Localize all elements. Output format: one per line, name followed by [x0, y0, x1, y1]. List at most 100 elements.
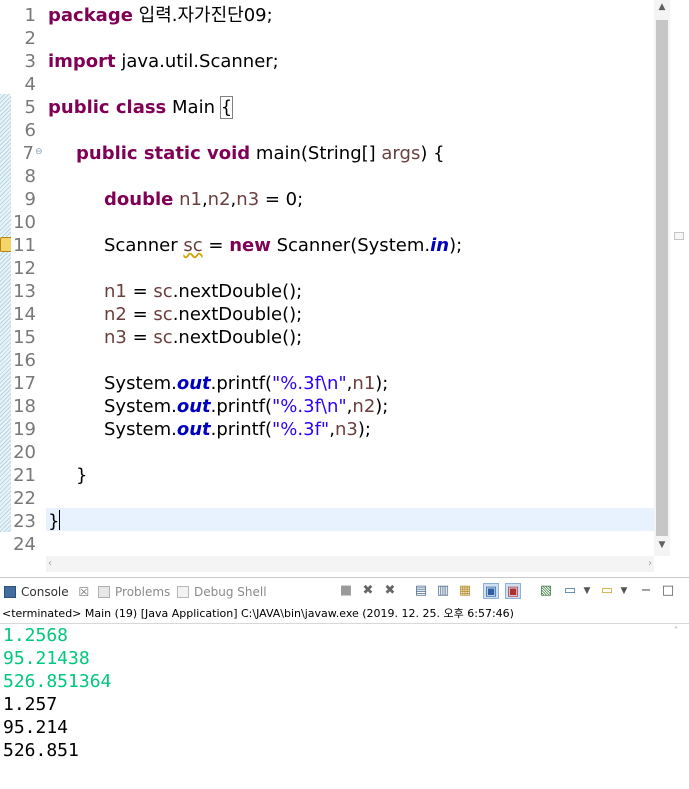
local-var: n3 [334, 419, 358, 440]
code-text: ); [375, 373, 389, 394]
line-number: 24 [13, 534, 36, 555]
code-text: = [126, 327, 154, 348]
tab-problems[interactable]: Problems [98, 582, 170, 602]
remove-launch-icon[interactable]: ✖ [360, 583, 376, 599]
chevron-down-icon[interactable]: ▼ [616, 583, 632, 599]
java-editor[interactable]: ⊖ 1 2 3 4 5 6 7 8 9 10 11 12 13 14 15 16… [0, 0, 689, 572]
console-output-line: 1.257 [3, 694, 58, 715]
scroll-lock-icon[interactable]: ▥ [435, 583, 451, 599]
line-number: 3 [24, 51, 36, 72]
line-number: 19 [13, 419, 36, 440]
display-console-icon[interactable]: ▭ [562, 583, 578, 599]
code-line-1[interactable]: package 입력.자가진단09; [48, 4, 273, 27]
line-number: 16 [13, 350, 36, 371]
clear-console-icon[interactable]: ▤ [413, 583, 429, 599]
code-text: .nextDouble(); [172, 281, 303, 302]
code-line-19[interactable]: System.out.printf("%.3f",n3); [104, 418, 371, 441]
line-number: 14 [13, 304, 36, 325]
word-wrap-icon[interactable]: ▦ [457, 583, 473, 599]
show-stderr-icon[interactable]: ▣ [505, 583, 521, 599]
keyword: public class [48, 97, 167, 118]
code-text: Scanner [104, 235, 184, 256]
keyword: package [48, 5, 133, 26]
code-line-9[interactable]: double n1,n2,n3 = 0; [104, 188, 303, 211]
string-literal: "%.3f" [272, 419, 330, 440]
code-line-17[interactable]: System.out.printf("%.3f\n",n1); [104, 372, 388, 395]
tab-console[interactable]: Console ☒ [4, 582, 89, 602]
console-status: <terminated> Main (19) [Java Application… [2, 607, 514, 620]
chevron-down-icon[interactable]: ▼ [579, 583, 595, 599]
remove-all-icon[interactable]: ✖ [382, 583, 398, 599]
static-field: out [176, 419, 211, 440]
local-var: n2 [207, 189, 231, 210]
code-line-15[interactable]: n3 = sc.nextDouble(); [104, 326, 302, 349]
console-input-line: 95.21438 [3, 648, 90, 669]
scrollbar-thumb[interactable] [656, 20, 668, 536]
code-text: .printf( [210, 396, 273, 417]
editor-vertical-scrollbar[interactable]: ▲ ▼ [654, 0, 670, 556]
code-text: ); [357, 419, 371, 440]
code-line-13[interactable]: n1 = sc.nextDouble(); [104, 280, 302, 303]
code-text: Scanner(System. [270, 235, 431, 256]
line-number: 9 [24, 189, 36, 210]
show-stdout-icon[interactable]: ▣ [483, 583, 499, 599]
close-icon[interactable]: ☒ [78, 585, 89, 599]
line-number: 11 [13, 235, 36, 256]
scroll-up-arrow-icon[interactable]: ˄ [668, 626, 684, 637]
line-number: 17 [13, 373, 36, 394]
keyword: new [229, 235, 271, 256]
line-number: 7 [22, 143, 34, 164]
debug-shell-icon [177, 586, 189, 598]
code-text: java.util.Scanner; [115, 51, 279, 72]
console-input-line: 526.851364 [3, 671, 112, 692]
code-text: ); [375, 396, 389, 417]
warning-marker[interactable] [674, 232, 684, 240]
line-number: 21 [13, 465, 36, 486]
line-number: 23 [13, 511, 36, 532]
line-number: 6 [24, 120, 36, 141]
local-var: n1 [352, 373, 376, 394]
code-text: ); [449, 235, 463, 256]
code-text: 입력.자가진단09; [132, 5, 273, 26]
line-number: 20 [13, 442, 36, 463]
scroll-left-arrow-icon[interactable]: ‹ [48, 556, 62, 572]
code-text: = [126, 281, 154, 302]
problems-icon [98, 586, 110, 598]
code-line-7[interactable]: public static void main(String[] args) { [76, 142, 445, 165]
minimize-icon[interactable]: − [638, 583, 654, 599]
code-line-14[interactable]: n2 = sc.nextDouble(); [104, 303, 302, 326]
fold-collapse-icon[interactable]: ⊖ [35, 148, 44, 157]
local-var-warning: sc [183, 235, 203, 256]
maximize-icon[interactable]: □ [660, 583, 676, 599]
line-number: 1 [24, 5, 36, 26]
console-vertical-scrollbar[interactable]: ˄ [668, 626, 684, 786]
line-number: 4 [24, 74, 36, 95]
scroll-right-arrow-icon[interactable]: › [638, 556, 652, 572]
code-line-23[interactable]: } [48, 510, 61, 533]
code-text: System. [104, 396, 177, 417]
code-line-5[interactable]: public class Main { [48, 96, 234, 119]
local-var: n1 [104, 281, 127, 302]
parameter: args [381, 143, 421, 164]
code-line-18[interactable]: System.out.printf("%.3f\n",n2); [104, 395, 388, 418]
scroll-down-arrow-icon[interactable]: ▼ [654, 540, 670, 554]
new-console-icon[interactable]: ▭ [599, 583, 615, 599]
divider [0, 623, 689, 624]
scroll-up-arrow-icon[interactable]: ▲ [654, 2, 670, 16]
static-field: out [176, 396, 211, 417]
terminate-icon[interactable]: ■ [338, 583, 354, 599]
console-icon [4, 586, 16, 598]
code-text: = 0; [259, 189, 304, 210]
line-number: 18 [13, 396, 36, 417]
code-text: .printf( [210, 373, 273, 394]
code-line-21[interactable]: } [76, 464, 87, 487]
pin-console-icon[interactable]: ▧ [538, 583, 554, 599]
tab-debug-shell[interactable]: Debug Shell [177, 582, 267, 602]
editor-horizontal-scrollbar[interactable]: ‹ › [46, 556, 654, 572]
line-number: 10 [13, 212, 36, 233]
overview-ruler[interactable] [670, 0, 689, 556]
code-line-11[interactable]: Scanner sc = new Scanner(System.in); [104, 234, 462, 257]
console-input-line: 1.2568 [3, 625, 69, 646]
string-literal: "%.3f\n" [272, 396, 347, 417]
code-line-3[interactable]: import java.util.Scanner; [48, 50, 279, 73]
